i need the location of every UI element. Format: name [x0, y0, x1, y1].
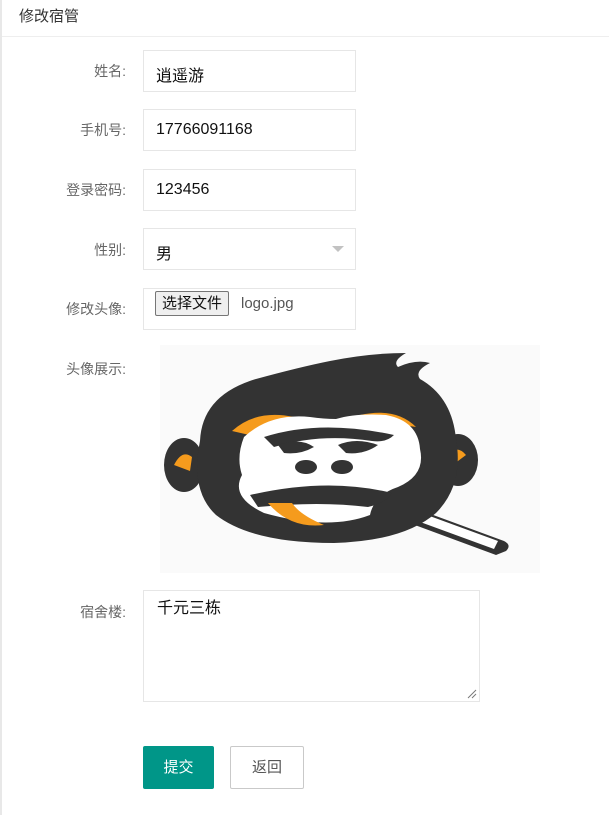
phone-value: 17766091168 [156, 121, 253, 138]
name-input[interactable]: 逍遥游 [143, 50, 356, 92]
gender-select[interactable]: 男 [143, 228, 356, 270]
password-input[interactable]: 123456 [143, 169, 356, 211]
back-button[interactable]: 返回 [230, 746, 304, 789]
card-header: 修改宿管 [2, 0, 609, 37]
avatar-file-input[interactable]: 选择文件 logo.jpg [143, 288, 356, 330]
gender-label: 性别: [94, 242, 126, 258]
password-label: 登录密码: [66, 182, 126, 198]
building-value: 千元三栋 [157, 600, 222, 617]
gender-value: 男 [156, 246, 173, 263]
avatar-preview-label: 头像展示: [66, 361, 126, 377]
gorilla-logo-image [160, 345, 540, 573]
resize-handle-icon[interactable] [467, 689, 477, 699]
avatar-upload-label: 修改头像: [66, 301, 126, 317]
password-value: 123456 [156, 181, 210, 198]
chevron-down-icon [332, 246, 344, 252]
submit-button[interactable]: 提交 [143, 746, 214, 789]
phone-label: 手机号: [80, 122, 126, 138]
selected-file-name: logo.jpg [241, 295, 294, 312]
building-textarea[interactable]: 千元三栋 [143, 590, 480, 702]
name-label: 姓名: [94, 63, 126, 79]
choose-file-button[interactable]: 选择文件 [155, 291, 230, 316]
page-title: 修改宿管 [19, 8, 80, 25]
phone-input[interactable]: 17766091168 [143, 109, 356, 151]
name-value: 逍遥游 [156, 68, 205, 85]
building-label: 宿舍楼: [80, 604, 126, 620]
